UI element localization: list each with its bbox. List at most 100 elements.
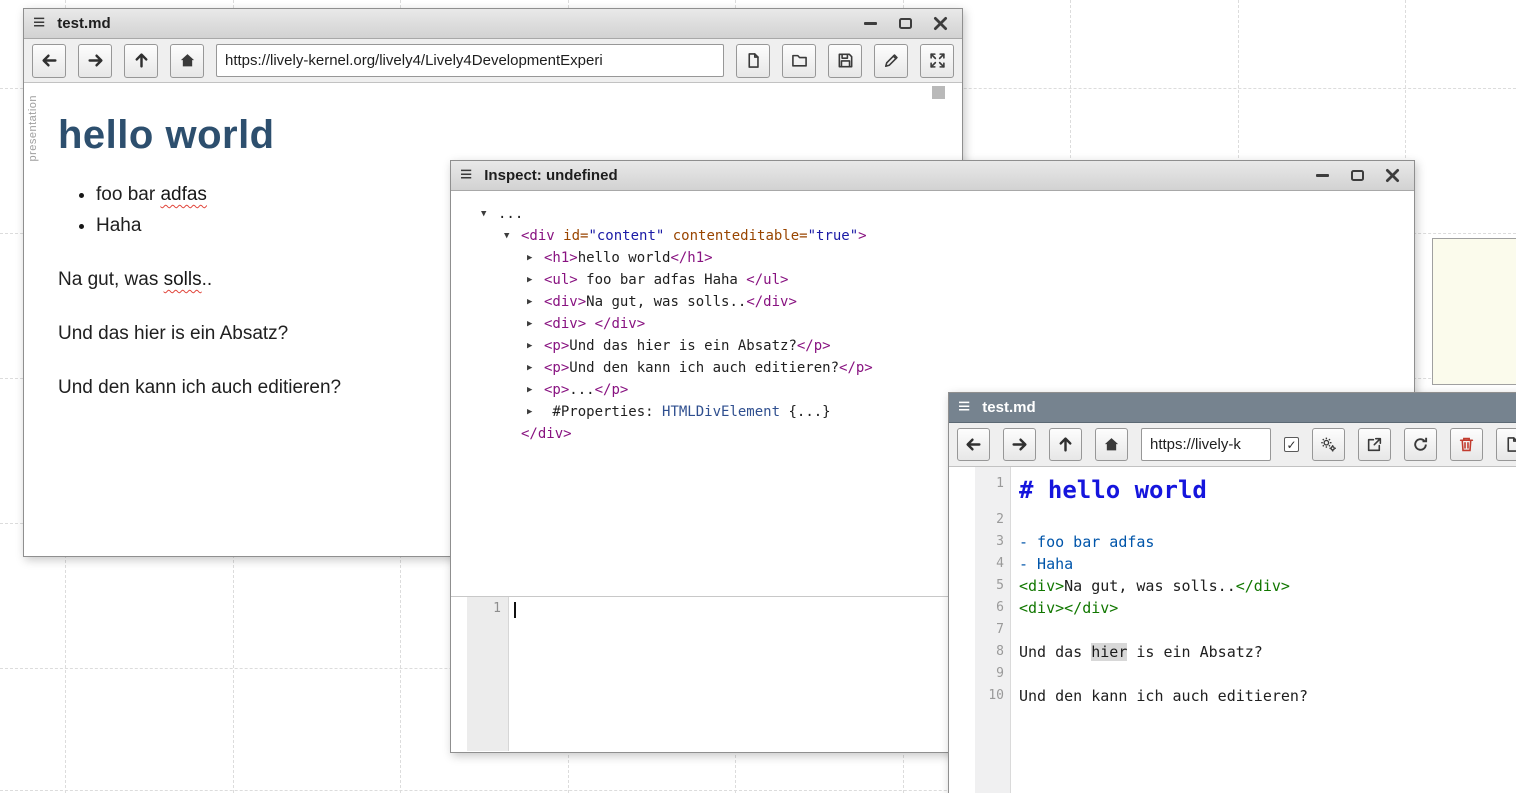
tree-line[interactable]: ▶<ul> foo bar adfas Haha </ul> xyxy=(451,269,1414,291)
line-content[interactable] xyxy=(1010,509,1019,531)
minimize-button[interactable] xyxy=(861,15,879,33)
titlebar[interactable]: ≡ test.md xyxy=(24,9,962,39)
open-external-button[interactable] xyxy=(1358,428,1391,461)
editor-line[interactable]: 7 xyxy=(949,619,1516,641)
line-content[interactable] xyxy=(1010,619,1019,641)
line-content[interactable]: Und das hier is ein Absatz? xyxy=(1010,641,1263,663)
text-segment: contenteditable= xyxy=(664,228,807,244)
text-segment: foo bar adfas Haha xyxy=(578,272,747,288)
back-button[interactable] xyxy=(32,44,66,78)
expand-arrow-icon[interactable]: ▶ xyxy=(527,269,544,291)
close-button[interactable] xyxy=(931,15,949,33)
window-menu-icon[interactable]: ≡ xyxy=(33,12,45,33)
close-button[interactable] xyxy=(1383,167,1401,185)
window-markdown-editor: ≡ test.md ✓ 1# hello world23- foo bar ad… xyxy=(948,392,1516,793)
open-folder-button[interactable] xyxy=(782,44,816,78)
tree-line[interactable]: ▶<p>Und das hier is ein Absatz?</p> xyxy=(451,335,1414,357)
line-content[interactable]: <div>Na gut, was solls..</div> xyxy=(1010,575,1290,597)
tree-line[interactable]: ▶<div> </div> xyxy=(451,313,1414,335)
editor-line[interactable]: 8Und das hier is ein Absatz? xyxy=(949,641,1516,663)
line-content[interactable]: Und den kann ich auch editieren? xyxy=(1010,685,1308,707)
settings-button[interactable] xyxy=(1312,428,1345,461)
maximize-button[interactable] xyxy=(896,15,914,33)
window-menu-icon[interactable]: ≡ xyxy=(958,396,970,417)
text-segment: > xyxy=(858,228,866,244)
tree-line[interactable]: ▼... xyxy=(451,203,1414,225)
source-editor[interactable]: 1# hello world23- foo bar adfas4- Haha5<… xyxy=(949,467,1516,793)
back-arrow-icon xyxy=(41,52,58,69)
line-content[interactable] xyxy=(1010,663,1019,685)
line-content[interactable]: - foo bar adfas xyxy=(1010,531,1154,553)
line-number: 7 xyxy=(975,619,1010,641)
save-button[interactable] xyxy=(828,44,862,78)
up-button[interactable] xyxy=(124,44,158,78)
text-segment: </div> xyxy=(595,316,646,332)
text-segment: <div> xyxy=(1019,599,1064,617)
new-file-button[interactable] xyxy=(1496,428,1516,461)
titlebar[interactable]: ≡ test.md xyxy=(949,393,1516,423)
new-file-button[interactable] xyxy=(736,44,770,78)
editor-line[interactable]: 2 xyxy=(949,509,1516,531)
minimize-button[interactable] xyxy=(1313,167,1331,185)
url-input[interactable] xyxy=(216,44,724,77)
collapse-arrow-icon[interactable]: ▼ xyxy=(504,225,521,247)
presentation-label: presentation xyxy=(27,95,39,162)
line-number: 9 xyxy=(975,663,1010,685)
expand-arrow-icon[interactable]: ▶ xyxy=(527,247,544,269)
editor-line[interactable]: 5<div>Na gut, was solls..</div> xyxy=(949,575,1516,597)
tree-line[interactable]: ▶<h1>hello world</h1> xyxy=(451,247,1414,269)
maximize-button[interactable] xyxy=(1348,167,1366,185)
expand-arrow-icon[interactable]: ▶ xyxy=(527,379,544,401)
markdown-heading[interactable]: hello world xyxy=(58,113,942,158)
window-menu-icon[interactable]: ≡ xyxy=(460,164,472,185)
editor-line[interactable]: 10Und den kann ich auch editieren? xyxy=(949,685,1516,707)
refresh-button[interactable] xyxy=(1404,428,1437,461)
edit-button[interactable] xyxy=(874,44,908,78)
editor-line[interactable]: 4- Haha xyxy=(949,553,1516,575)
text-segment: adfas xyxy=(160,184,206,205)
fullscreen-button[interactable] xyxy=(920,44,954,78)
editor-line[interactable]: 1# hello world xyxy=(949,473,1516,509)
expand-arrow-icon[interactable]: ▶ xyxy=(527,357,544,379)
file-icon xyxy=(745,52,762,69)
line-number: 1 xyxy=(975,473,1010,509)
expand-arrow-icon[interactable]: ▶ xyxy=(527,335,544,357)
expand-arrow-icon[interactable]: ▶ xyxy=(527,313,544,335)
expand-arrow-icon[interactable]: ▶ xyxy=(527,401,544,423)
collapse-arrow-icon[interactable]: ▼ xyxy=(481,203,498,225)
text-segment: </div> xyxy=(746,294,797,310)
line-content[interactable]: - Haha xyxy=(1010,553,1073,575)
file-icon xyxy=(1504,436,1516,453)
tree-line[interactable]: ▶<p>Und den kann ich auch editieren?</p> xyxy=(451,357,1414,379)
text-segment: {...} xyxy=(780,404,831,420)
text-segment: ... xyxy=(569,382,594,398)
home-button[interactable] xyxy=(1095,428,1128,461)
navigation-toolbar: ✓ xyxy=(949,423,1516,467)
home-button[interactable] xyxy=(170,44,204,78)
text-segment: </p> xyxy=(839,360,873,376)
text-segment: <div xyxy=(521,228,555,244)
line-content[interactable]: # hello world xyxy=(1010,473,1207,509)
tree-line[interactable]: ▶<div>Na gut, was solls..</div> xyxy=(451,291,1414,313)
line-number: 8 xyxy=(975,641,1010,663)
text-segment: </ul> xyxy=(746,272,788,288)
external-link-icon xyxy=(1366,436,1383,453)
editor-line[interactable]: 9 xyxy=(949,663,1516,685)
url-input[interactable] xyxy=(1141,428,1271,461)
editor-line[interactable]: 6<div></div> xyxy=(949,597,1516,619)
scroll-grip[interactable] xyxy=(932,86,945,99)
option-checkbox[interactable]: ✓ xyxy=(1284,437,1299,452)
line-content[interactable]: <div></div> xyxy=(1010,597,1118,619)
back-button[interactable] xyxy=(957,428,990,461)
up-button[interactable] xyxy=(1049,428,1082,461)
delete-button[interactable] xyxy=(1450,428,1483,461)
expand-arrow-icon[interactable]: ▶ xyxy=(527,291,544,313)
text-segment: Und den kann ich auch editieren? xyxy=(58,377,341,398)
titlebar[interactable]: ≡ Inspect: undefined xyxy=(451,161,1414,191)
background-window-fragment[interactable] xyxy=(1432,238,1516,385)
forward-button[interactable] xyxy=(1003,428,1036,461)
editor-line[interactable]: 3- foo bar adfas xyxy=(949,531,1516,553)
text-cursor xyxy=(514,602,516,618)
forward-button[interactable] xyxy=(78,44,112,78)
tree-line[interactable]: ▼<div id="content" contenteditable="true… xyxy=(451,225,1414,247)
